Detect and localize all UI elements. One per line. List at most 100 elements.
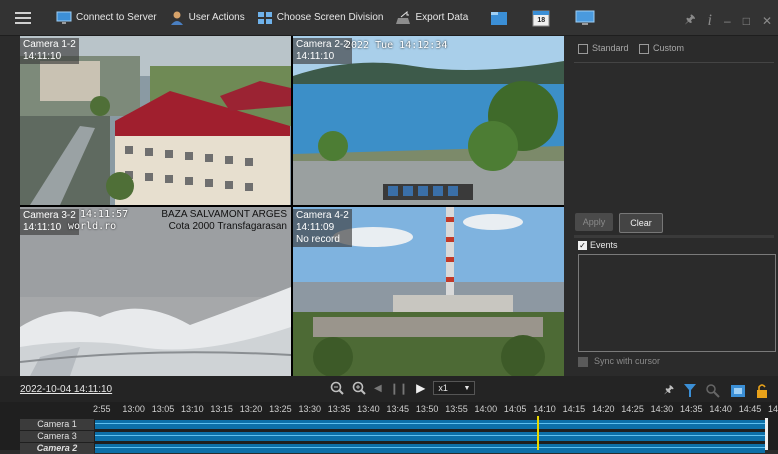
camera-3-osd-right-2: Cota 2000 Transfagarasan [168, 221, 287, 232]
timeline-tick-label: 14:25 [621, 404, 644, 414]
custom-checkbox[interactable] [639, 43, 650, 54]
search-icon[interactable] [706, 383, 720, 398]
timeline-tick-label: 14:00 [474, 404, 498, 414]
connect-to-server-button[interactable]: Connect to Server [50, 4, 163, 32]
timeline-track-3[interactable] [95, 444, 765, 453]
minimize-icon[interactable]: – [724, 14, 731, 28]
timeline-track-1[interactable] [95, 420, 765, 429]
timeline-tick-label: 13:20 [239, 404, 263, 414]
pin-icon[interactable]: 🖈 [684, 10, 695, 31]
lock-icon[interactable] [756, 383, 768, 398]
sync-row[interactable]: Sync with cursor [578, 356, 660, 367]
camera-view-3[interactable]: Camera 3-2 14:11:10 14:11:57 world.ro BA… [20, 207, 291, 376]
sync-checkbox[interactable] [578, 356, 588, 367]
timeline-tick-label: 14:05 [503, 404, 527, 414]
user-actions-label: User Actions [188, 12, 245, 23]
divider [574, 62, 774, 63]
pause-icon[interactable]: ❙❙ [390, 382, 408, 395]
clear-button[interactable]: Clear [619, 213, 663, 233]
timeline-tick-label: 14:40 [709, 404, 732, 414]
events-row[interactable]: ✓ Events [578, 240, 618, 251]
timeline-tools: 🖈 [664, 381, 768, 400]
pin-icon-2[interactable]: 🖈 [664, 381, 674, 400]
filter-icon[interactable] [684, 383, 696, 398]
timeline-tick-label: 13:05 [151, 404, 175, 414]
standard-checkbox[interactable] [578, 43, 588, 54]
export-clip-icon[interactable] [730, 384, 746, 398]
camera-3-osd-left-2: world.ro [68, 221, 117, 232]
timeline-end-marker [765, 418, 768, 450]
playback-controls: 2022-10-04 14:11:10 ◀ ❙❙ ▶ x1 ▼ 🖈 [0, 376, 778, 402]
events-list[interactable] [578, 254, 776, 352]
play-icon[interactable]: ▶ [416, 381, 425, 395]
camera-1-time: 14:11:10 [23, 51, 62, 62]
timeline-tick-label: 13:25 [269, 404, 292, 414]
window-controls: 🖈 i – □ ✕ [684, 10, 772, 31]
timeline-tick-label: 13:00 [122, 404, 145, 414]
timeline-tick-label: 14:35 [680, 404, 703, 414]
timeline-row-label-1[interactable]: Camera 1 [20, 419, 94, 430]
timeline-tick-label: 13:40 [357, 404, 380, 414]
close-icon[interactable]: ✕ [762, 14, 772, 28]
camera-view-1[interactable]: Camera 1-2 14:11:10 [20, 36, 291, 205]
user-icon [170, 11, 183, 25]
monitor-icon[interactable] [574, 7, 596, 29]
zoom-in-icon[interactable] [352, 381, 366, 395]
choose-screen-division-label: Choose Screen Division [276, 12, 384, 23]
server-monitor-icon [56, 11, 72, 24]
timeline-tick-label: 13:55 [445, 404, 468, 414]
playback-area: 2022-10-04 14:11:10 ◀ ❙❙ ▶ x1 ▼ 🖈 2:55 13… [0, 376, 778, 454]
connect-to-server-label: Connect to Server [76, 12, 157, 23]
camera-3-name: Camera 3-2 [23, 210, 76, 221]
timeline-tick-label: 14:5 [768, 404, 778, 414]
choose-screen-division-button[interactable]: Choose Screen Division [251, 4, 390, 32]
info-icon[interactable]: i [708, 12, 712, 30]
folder-icon[interactable] [488, 7, 510, 29]
calendar-icon[interactable]: 18 [530, 7, 552, 29]
camera-4-name: Camera 4-2 [296, 210, 349, 221]
export-icon [396, 10, 411, 24]
events-checkbox[interactable]: ✓ [578, 241, 587, 251]
timeline-row-label-3[interactable]: Camera 2 [20, 443, 94, 454]
timeline-tick-label: 13:30 [298, 404, 321, 414]
speed-select[interactable]: x1 ▼ [433, 381, 476, 395]
timeline-tick-label: 14:15 [562, 404, 586, 414]
camera-1-name: Camera 1-2 [23, 39, 76, 50]
grid-layout-icon [257, 11, 272, 24]
camera-4-time: 14:11:09 [296, 222, 335, 233]
maximize-icon[interactable]: □ [743, 14, 750, 28]
playback-datetime[interactable]: 2022-10-04 14:11:10 [20, 384, 112, 395]
timeline-cursor[interactable] [537, 416, 539, 450]
step-back-icon[interactable]: ◀ [374, 383, 382, 394]
custom-label: Custom [653, 43, 685, 53]
camera-3-osd-left: 14:11:57 [80, 209, 129, 220]
events-label: Events [590, 240, 618, 250]
camera-2-name: Camera 2-2 [296, 39, 349, 50]
camera-3-time: 14:11:10 [23, 222, 62, 233]
left-strip [0, 36, 20, 376]
timeline-tick-label: 13:45 [386, 404, 410, 414]
camera-2-time: 14:11:10 [296, 51, 335, 62]
timeline-track-2[interactable] [95, 432, 765, 441]
timeline-tick-label: 14:20 [591, 404, 615, 414]
speed-value: x1 [438, 383, 448, 393]
export-data-button[interactable]: Export Data [389, 4, 474, 32]
timeline-row-label-2[interactable]: Camera 3 [20, 431, 94, 442]
timeline-tick-label: 14:10 [533, 404, 556, 414]
camera-view-2[interactable]: Camera 2-2 14:11:10 2022 Tue 14:12:34 [293, 36, 564, 205]
camera-4-status: No record [296, 234, 340, 245]
camera-2-osd: 2022 Tue 14:12:34 [345, 40, 448, 51]
apply-button[interactable]: Apply [575, 213, 613, 231]
camera-1-label: Camera 1-2 14:11:10 [20, 38, 79, 64]
main-toolbar: Connect to Server User Actions Choose Sc… [0, 0, 778, 36]
zoom-out-icon[interactable] [330, 381, 344, 395]
hamburger-menu-icon[interactable] [12, 7, 34, 29]
camera-view-4[interactable]: Camera 4-2 14:11:09 No record [293, 207, 564, 376]
panel-separator [574, 235, 774, 238]
chevron-down-icon: ▼ [463, 384, 471, 392]
division-options: Standard Custom [578, 43, 684, 54]
transport-controls: ◀ ❙❙ ▶ x1 ▼ [330, 381, 476, 395]
timeline-tick-label: 13:50 [415, 404, 439, 414]
timeline-tick-label: 2:55 [93, 404, 111, 414]
user-actions-button[interactable]: User Actions [163, 4, 251, 32]
